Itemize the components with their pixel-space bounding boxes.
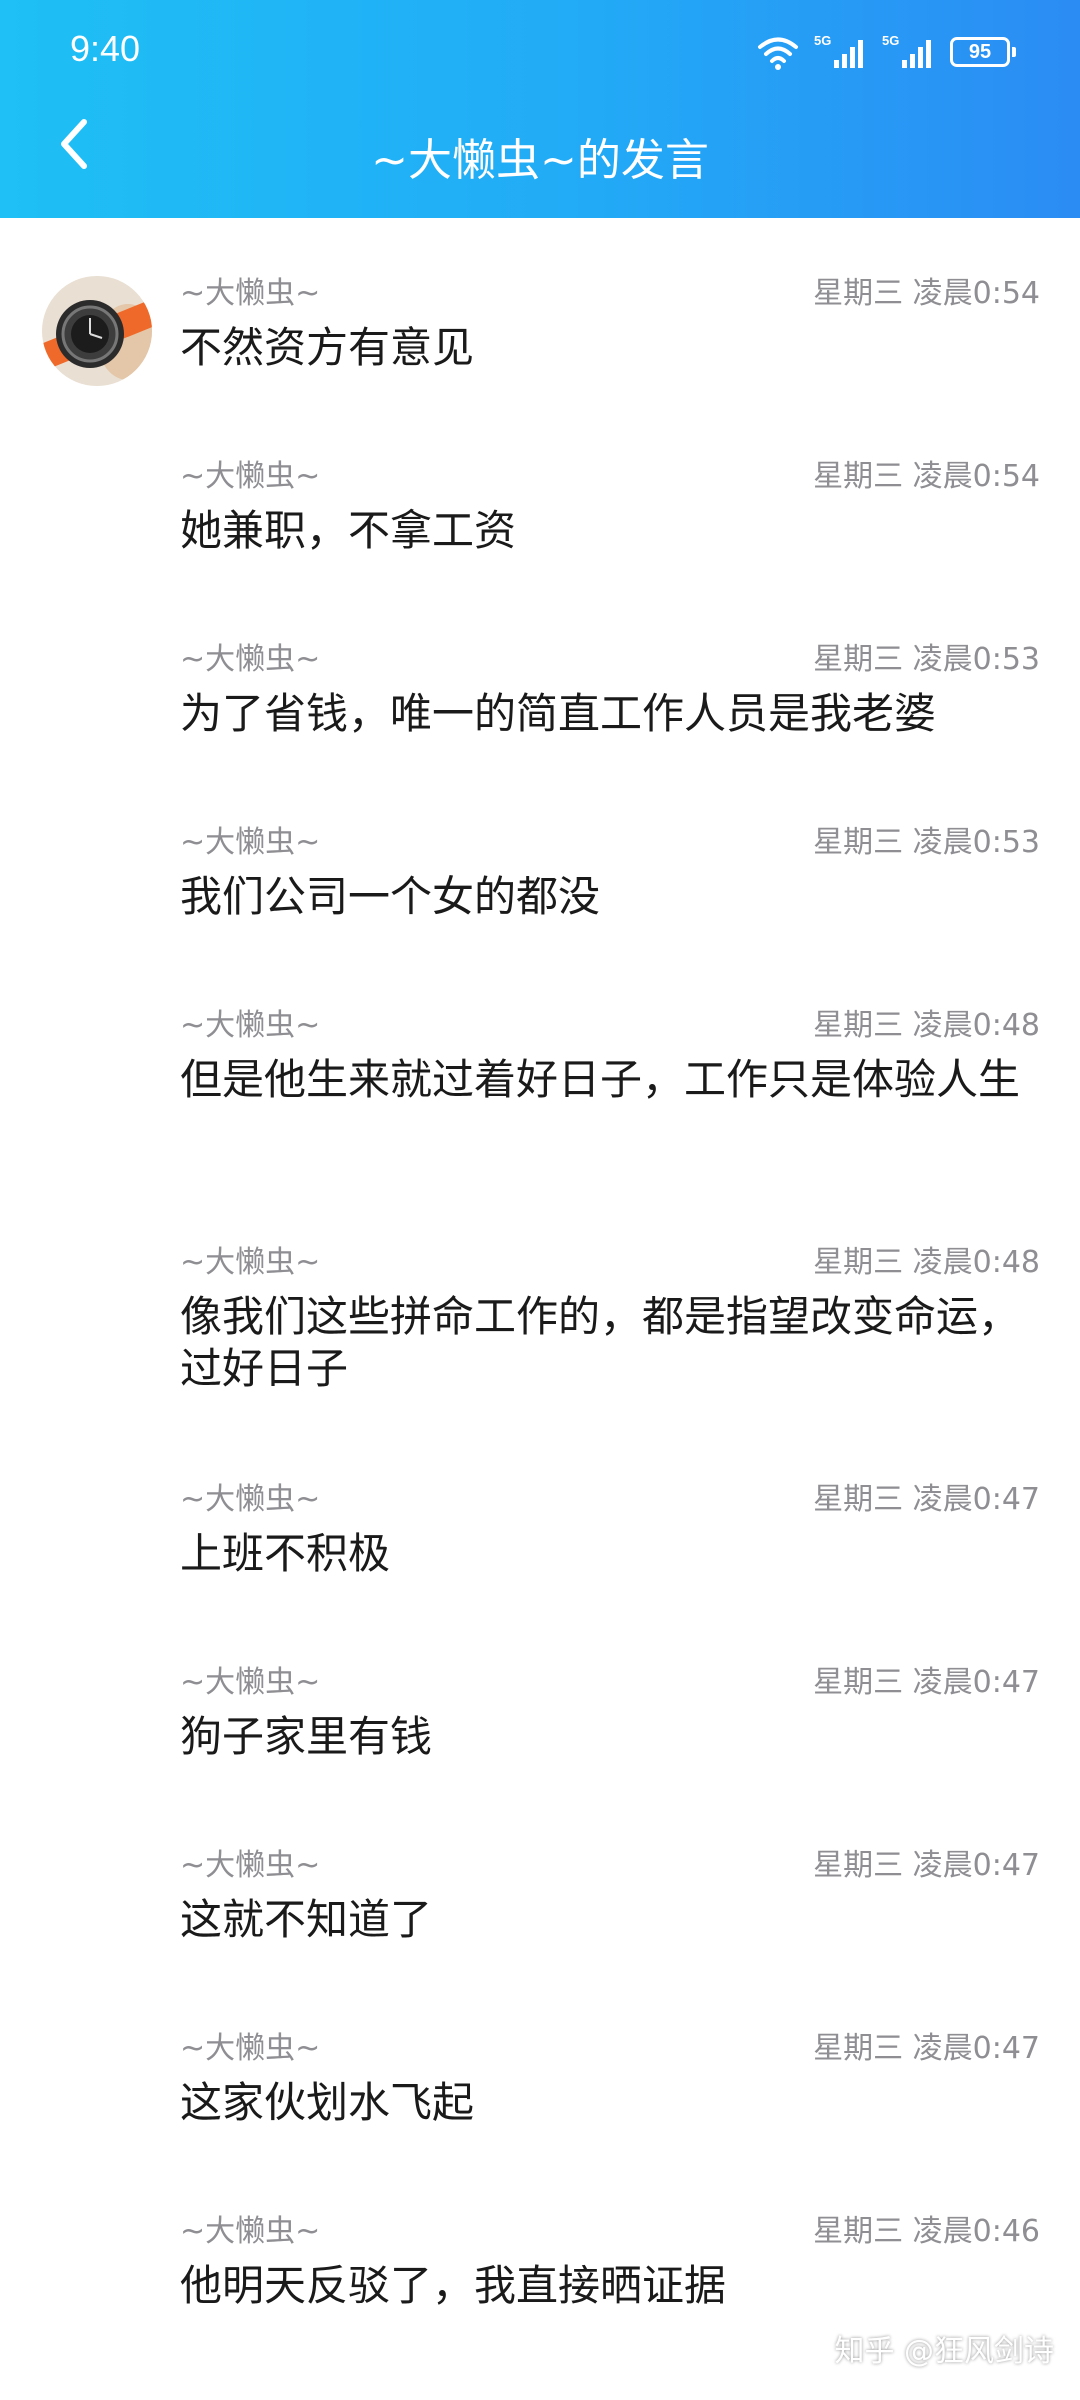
message-time: 星期三 凌晨0:47: [813, 1665, 1040, 1700]
sender-name[interactable]: ~大懒虫~: [180, 1665, 320, 1701]
sender-name[interactable]: ~大懒虫~: [180, 1008, 320, 1044]
message-text: 为了省钱，唯一的简直工作人员是我老婆: [180, 689, 937, 738]
message-text: 他明天反驳了，我直接晒证据: [180, 2261, 727, 2310]
message-text: 这家伙划水飞起: [180, 2078, 475, 2127]
sender-name[interactable]: ~大懒虫~: [180, 825, 320, 861]
message-time: 星期三 凌晨0:53: [813, 642, 1040, 677]
avatar[interactable]: [42, 276, 152, 386]
battery-icon: 95: [950, 37, 1016, 67]
page-title: ~大懒虫~的发言: [371, 135, 709, 186]
sender-name[interactable]: ~大懒虫~: [180, 276, 320, 312]
message-text: 这就不知道了: [180, 1895, 433, 1944]
watch-avatar-image: [42, 276, 152, 386]
status-icons: 5G 5G 95: [756, 32, 1016, 72]
sender-name[interactable]: ~大懒虫~: [180, 459, 320, 495]
title-bar: 9:40 5G 5G 95 ~大懒虫~的发言: [0, 0, 1080, 218]
message-time: 星期三 凌晨0:47: [813, 1482, 1040, 1517]
svg-text:5G: 5G: [882, 34, 899, 48]
message-text: 不然资方有意见: [180, 323, 475, 372]
battery-level: 95: [968, 40, 992, 63]
signal-icon: 5G: [814, 34, 863, 68]
message-time: 星期三 凌晨0:47: [813, 2031, 1040, 2066]
status-time: 9:40: [70, 28, 141, 69]
message-time: 星期三 凌晨0:54: [813, 459, 1040, 494]
message-time: 星期三 凌晨0:47: [813, 1848, 1040, 1883]
message-time: 星期三 凌晨0:48: [813, 1245, 1040, 1280]
sender-name[interactable]: ~大懒虫~: [180, 642, 320, 678]
message-text: 但是他生来就过着好日子，工作只是体验人生: [180, 1055, 1021, 1104]
message-text: 像我们这些拼命工作的，都是指望改变命运，过好日子: [180, 1292, 1021, 1393]
message-time: 星期三 凌晨0:48: [813, 1008, 1040, 1043]
message-time: 星期三 凌晨0:46: [813, 2214, 1040, 2249]
watermark: 知乎 @狂风剑诗: [834, 2334, 1054, 2369]
message-time: 星期三 凌晨0:53: [813, 825, 1040, 860]
message-time: 星期三 凌晨0:54: [813, 276, 1040, 311]
message-text: 我们公司一个女的都没: [180, 872, 601, 921]
svg-text:5G: 5G: [814, 34, 831, 48]
sender-name[interactable]: ~大懒虫~: [180, 2214, 320, 2250]
message-text: 上班不积极: [180, 1529, 391, 1578]
sender-name[interactable]: ~大懒虫~: [180, 1482, 320, 1518]
sender-name[interactable]: ~大懒虫~: [180, 1245, 320, 1281]
sender-name[interactable]: ~大懒虫~: [180, 2031, 320, 2067]
message-text: 她兼职，不拿工资: [180, 506, 517, 555]
signal-icon-2: 5G: [882, 34, 931, 68]
message-text: 狗子家里有钱: [180, 1712, 433, 1761]
sender-name[interactable]: ~大懒虫~: [180, 1848, 320, 1884]
wifi-icon: [758, 37, 798, 70]
